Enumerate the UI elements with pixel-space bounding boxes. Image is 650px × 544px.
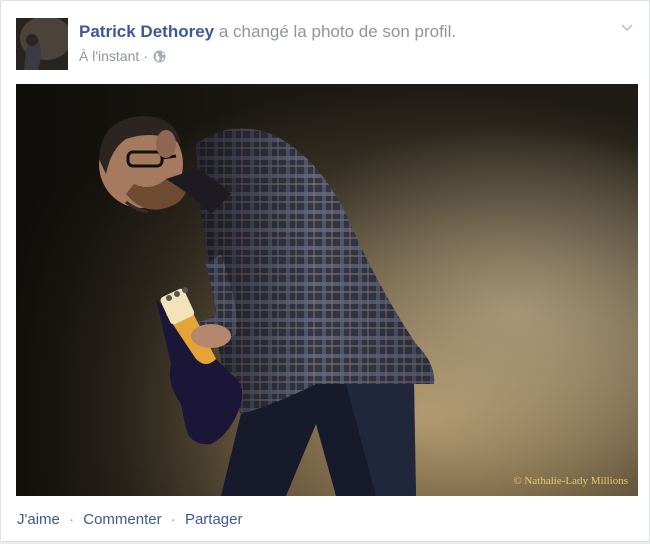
author-name-link[interactable]: Patrick Dethorey — [79, 22, 214, 41]
avatar-image — [16, 18, 68, 70]
comment-link[interactable]: Commenter — [83, 511, 161, 528]
profile-photo[interactable]: © Nathalie-Lady Millions — [16, 84, 638, 496]
share-link[interactable]: Partager — [185, 511, 243, 528]
story-actions: J'aime · Commenter · Partager — [17, 511, 242, 528]
feed-story-card: Patrick Dethorey a changé la photo de so… — [0, 0, 650, 542]
photo-image — [16, 84, 638, 496]
actions-separator: · — [170, 511, 176, 528]
chevron-down-icon[interactable] — [619, 19, 635, 35]
meta-separator: · — [143, 48, 148, 64]
photo-watermark: © Nathalie-Lady Millions — [513, 475, 628, 487]
timestamp-link[interactable]: À l'instant — [79, 48, 139, 64]
like-link[interactable]: J'aime — [17, 511, 60, 528]
globe-icon[interactable] — [153, 50, 166, 63]
story-action-text: a changé la photo de son profil. — [218, 22, 457, 41]
story-headline: Patrick Dethorey a changé la photo de so… — [79, 22, 456, 42]
author-avatar[interactable] — [16, 18, 68, 70]
story-meta: À l'instant · — [79, 48, 166, 64]
actions-separator: · — [69, 511, 75, 528]
